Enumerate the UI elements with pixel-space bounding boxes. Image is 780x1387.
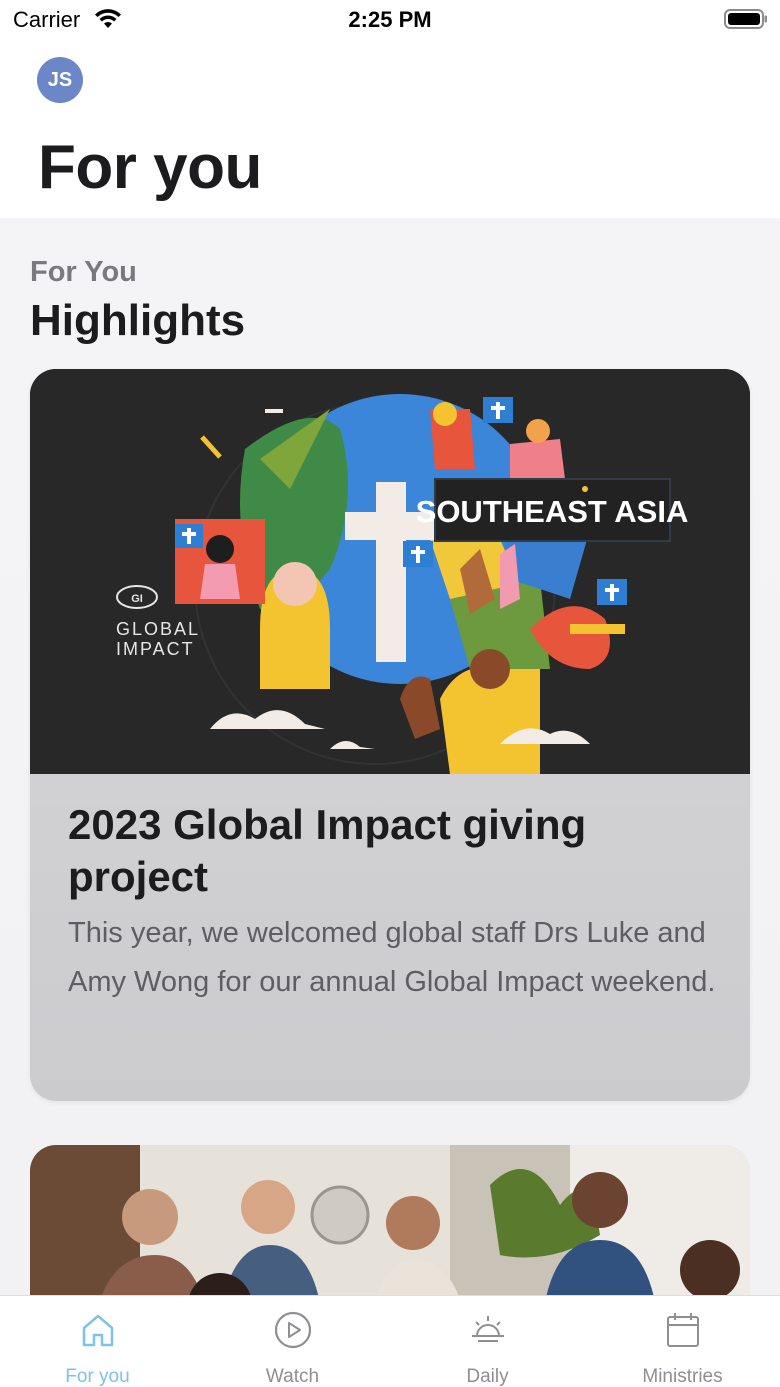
tab-label-ministries: Ministries [642,1366,723,1387]
avatar[interactable]: JS [37,57,83,103]
status-time: 2:25 PM [348,7,432,32]
battery-icon [724,9,767,29]
home-icon [82,1314,113,1347]
logo-text-global: GLOBAL [116,619,200,639]
global-impact-illustration: SOUTHEAST ASIA GI GLOBAL IMPACT [30,369,750,774]
content-scroll[interactable]: For You Highlights SOUTHEAST ASIA GI GLO… [0,218,780,1295]
tab-label-daily: Daily [466,1366,509,1387]
status-bar: Carrier 2:25 PM [0,0,780,40]
sunrise-icon [471,1316,504,1342]
section-kicker: For You [30,256,137,288]
tab-label-watch: Watch [265,1366,320,1387]
card-title: 2023 Global Impact giving project [68,801,587,900]
logo-mark: GI [131,593,143,605]
tab-bar: For you Watch Daily Ministries [0,1295,780,1387]
tab-watch[interactable]: Watch [195,1296,390,1387]
play-circle-icon [274,1311,311,1349]
tab-daily[interactable]: Daily [390,1296,585,1387]
logo-text-impact: IMPACT [116,639,195,659]
tab-ministries[interactable]: Ministries [585,1296,780,1387]
app-screen: Carrier 2:25 PM JS For you For You Highl… [0,0,780,1387]
tab-label-for-you: For you [65,1366,130,1387]
section-title: Highlights [30,296,246,345]
group-photo-image [30,1145,750,1295]
header: JS For you [0,40,780,218]
highlight-card-secondary[interactable] [30,1145,750,1295]
page-title: For you [38,133,262,202]
calendar-icon [666,1313,699,1347]
highlight-card[interactable]: SOUTHEAST ASIA GI GLOBAL IMPACT 2023 Glo… [30,369,750,1101]
card-description: This year, we welcomed global staff Drs … [68,917,716,998]
tab-for-you[interactable]: For you [0,1296,195,1387]
illustration-label: SOUTHEAST ASIA [416,494,689,529]
